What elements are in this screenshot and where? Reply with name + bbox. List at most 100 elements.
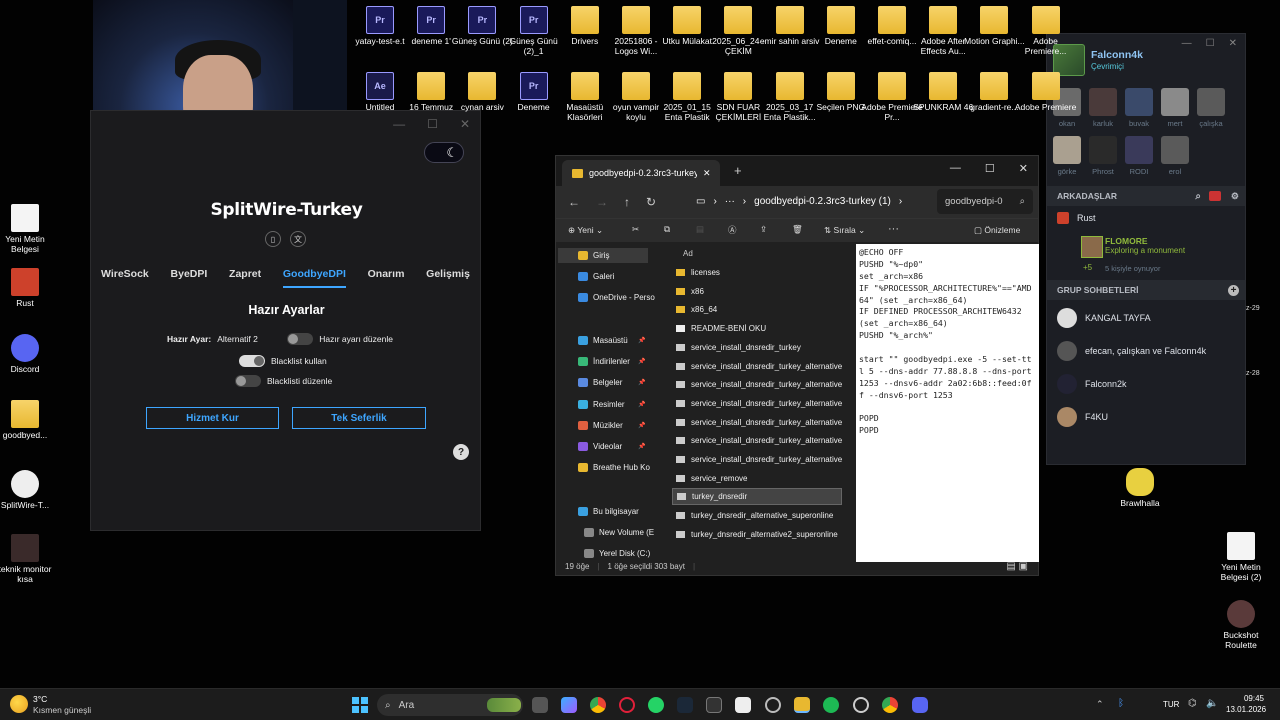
- pin-icon[interactable]: 📌: [638, 443, 645, 450]
- obs-icon[interactable]: [853, 697, 869, 713]
- nav-item[interactable]: Resimler 📌: [578, 400, 645, 409]
- close-button[interactable]: ✕: [1019, 162, 1028, 175]
- search-box[interactable]: goodbyedpi-0 ⌕: [937, 189, 1033, 214]
- delete-icon[interactable]: 🗑: [792, 224, 803, 235]
- desktop-shortcut[interactable]: Yeni Metin Belgesi: [0, 204, 58, 255]
- minimize-button[interactable]: —: [950, 162, 961, 175]
- desktop-shortcut[interactable]: SplitWire-T...: [0, 470, 58, 511]
- clock-date[interactable]: 13.01.2026: [1226, 705, 1266, 714]
- recent-friend-avatar[interactable]: [1197, 88, 1225, 116]
- minimize-button[interactable]: —: [1182, 38, 1192, 49]
- file-row[interactable]: service_install_dnsredir_turkey_alternat…: [672, 395, 842, 412]
- view-toggle-icon[interactable]: ▤ ▣: [1006, 561, 1028, 572]
- blacklist-edit-toggle[interactable]: [235, 375, 261, 387]
- file-row[interactable]: service_install_dnsredir_turkey_alternat…: [672, 414, 842, 431]
- tab-onarim[interactable]: Onarım: [368, 268, 405, 288]
- maximize-button[interactable]: ☐: [1206, 38, 1215, 49]
- whatsapp-icon[interactable]: [648, 697, 664, 713]
- group-chat-row[interactable]: F4KU: [1047, 407, 1245, 427]
- refresh-icon[interactable]: ↻: [646, 195, 656, 209]
- address-bar[interactable]: ▭ › ··· › goodbyedpi-0.2.3rc3-turkey (1) ›: [696, 189, 926, 214]
- pin-icon[interactable]: 📌: [638, 379, 645, 386]
- explorer-tab[interactable]: goodbyedpi-0.2.3rc3-turkey (1 ✕: [562, 160, 720, 186]
- preset-select[interactable]: Alternatif 2: [217, 334, 281, 344]
- new-tab-button[interactable]: +: [734, 163, 742, 178]
- tray-overflow-icon[interactable]: ⌃: [1096, 699, 1104, 710]
- tab-wiresock[interactable]: WireSock: [101, 268, 149, 288]
- search-icon[interactable]: ⌕: [1195, 191, 1201, 202]
- discord-icon[interactable]: [912, 697, 928, 713]
- file-row[interactable]: service_remove: [672, 470, 842, 487]
- opera-icon[interactable]: [619, 697, 635, 713]
- nav-item[interactable]: New Volume (E: [584, 528, 654, 537]
- chrome-icon[interactable]: [590, 697, 606, 713]
- add-friend-icon[interactable]: [1209, 191, 1221, 201]
- rename-icon[interactable]: Ⓐ: [728, 224, 737, 236]
- desktop-shortcut[interactable]: Adobe Premiere: [1013, 72, 1079, 113]
- steam-icon[interactable]: [677, 697, 693, 713]
- volume-icon[interactable]: 🔈: [1206, 698, 1218, 709]
- nav-item[interactable]: Yerel Disk (C:): [584, 549, 650, 558]
- cut-icon[interactable]: ✂: [632, 224, 639, 235]
- desktop-shortcut[interactable]: teknik monitor kısa: [0, 534, 58, 585]
- sort-button[interactable]: ⇅ Sırala ⌄: [824, 225, 865, 236]
- pin-icon[interactable]: 📌: [638, 401, 645, 408]
- windows-start-icon[interactable]: [352, 697, 368, 713]
- add-group-icon[interactable]: +: [1228, 284, 1239, 296]
- search-input[interactable]: goodbyedpi-0: [945, 196, 1003, 207]
- desktop-shortcut[interactable]: Adobe Premiere...: [1013, 6, 1079, 57]
- copy-icon[interactable]: ⧉: [664, 224, 670, 235]
- nav-item[interactable]: OneDrive - Perso: [578, 293, 655, 302]
- user-name[interactable]: Falconn4k: [1091, 49, 1143, 61]
- settings-icon[interactable]: ⚙: [1231, 191, 1239, 202]
- weather-temp[interactable]: 3°C: [33, 694, 47, 704]
- recent-friend-avatar[interactable]: [1161, 136, 1189, 164]
- bluetooth-icon[interactable]: ᛒ: [1118, 698, 1124, 709]
- tab-byedpi[interactable]: ByeDPI: [171, 268, 208, 288]
- panel-icon[interactable]: ▯: [265, 231, 281, 247]
- maximize-button[interactable]: ☐: [985, 162, 995, 175]
- close-tab-icon[interactable]: ✕: [703, 168, 711, 179]
- file-row[interactable]: turkey_dnsredir: [672, 488, 842, 506]
- network-icon[interactable]: ⌬: [1188, 698, 1197, 709]
- file-row[interactable]: x86_64: [672, 301, 842, 318]
- nav-item[interactable]: Videolar 📌: [578, 442, 645, 451]
- desktop-shortcut[interactable]: Brawlhalla: [1107, 468, 1173, 509]
- group-chat-row[interactable]: Falconn2k: [1047, 374, 1245, 394]
- copilot-icon[interactable]: [561, 697, 577, 713]
- group-chat-row[interactable]: efecan, çalışkan ve Falconn4k: [1047, 341, 1245, 361]
- file-explorer-icon[interactable]: [794, 697, 810, 713]
- share-icon[interactable]: ⇪: [760, 224, 767, 235]
- paste-icon[interactable]: ▤: [696, 224, 704, 235]
- file-row[interactable]: service_install_dnsredir_turkey_alternat…: [672, 451, 842, 468]
- file-row[interactable]: service_install_dnsredir_turkey_alternat…: [672, 432, 842, 449]
- clock-time[interactable]: 09:45: [1228, 694, 1264, 703]
- install-service-button[interactable]: Hizmet Kur: [146, 407, 279, 429]
- file-row[interactable]: service_install_dnsredir_turkey_alternat…: [672, 358, 842, 375]
- epic-games-icon[interactable]: [706, 697, 722, 713]
- back-arrow-icon[interactable]: ←: [568, 195, 580, 209]
- maximize-button[interactable]: ☐: [427, 117, 438, 131]
- recent-friend-avatar[interactable]: [1125, 136, 1153, 164]
- recent-friend-avatar[interactable]: [1089, 136, 1117, 164]
- language-indicator[interactable]: TUR: [1163, 700, 1179, 709]
- preview-button[interactable]: ▢ Önizleme: [974, 225, 1020, 236]
- capture-icon[interactable]: [735, 697, 751, 713]
- nav-item[interactable]: Müzikler 📌: [578, 421, 645, 430]
- file-row[interactable]: turkey_dnsredir_alternative2_superonline: [672, 526, 842, 543]
- pin-icon[interactable]: 📌: [638, 337, 645, 344]
- close-button[interactable]: ✕: [460, 117, 470, 131]
- file-row[interactable]: service_install_dnsredir_turkey: [672, 339, 842, 356]
- up-arrow-icon[interactable]: ↑: [624, 195, 630, 209]
- recent-friend-avatar[interactable]: [1125, 88, 1153, 116]
- nav-item[interactable]: Giriş: [558, 248, 648, 263]
- pin-icon[interactable]: 📌: [638, 422, 645, 429]
- desktop-shortcut[interactable]: Buckshot Roulette: [1208, 600, 1274, 651]
- file-row[interactable]: README-BENİ OKU: [672, 320, 842, 337]
- settings-icon[interactable]: [765, 697, 781, 713]
- tab-gelismis[interactable]: Gelişmiş: [426, 268, 470, 288]
- nav-item[interactable]: Belgeler 📌: [578, 378, 645, 387]
- friend-name[interactable]: FLOMORE: [1105, 236, 1148, 246]
- recent-friend-avatar[interactable]: [1161, 88, 1189, 116]
- desktop-shortcut[interactable]: Yeni Metin Belgesi (2): [1208, 532, 1274, 583]
